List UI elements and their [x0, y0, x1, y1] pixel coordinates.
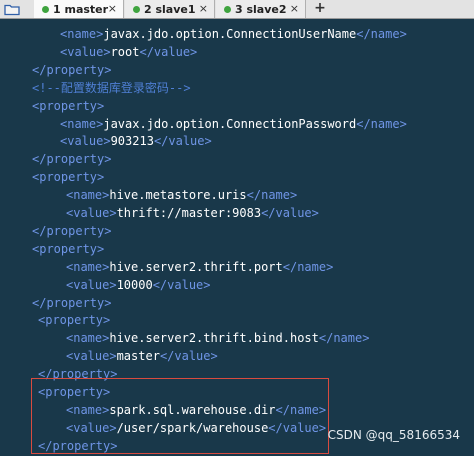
code-line: <value>master</value> [66, 348, 218, 366]
code-line: <name>javax.jdo.option.ConnectionUserNam… [60, 26, 407, 44]
code-value: hive.server2.thrift.bind.host [109, 331, 319, 346]
code-line: <property> [38, 312, 110, 330]
code-tag: </name> [275, 402, 327, 417]
code-tag: <name> [60, 116, 104, 131]
code-tag: </name> [318, 331, 370, 346]
code-tag: <name> [66, 331, 110, 346]
add-tab-button[interactable]: + [312, 0, 328, 18]
code-tag: </value> [261, 206, 319, 220]
code-line: <value>/user/spark/warehouse</value> [66, 420, 326, 438]
code-tag: </value> [153, 134, 212, 149]
code-value: hive.metastore.uris [109, 188, 247, 203]
code-tag: <value> [66, 206, 117, 220]
code-line: <value>thrift://master:9083</value> [66, 205, 319, 223]
code-tag: </value> [268, 420, 327, 435]
code-tag: </name> [356, 27, 407, 41]
folder-icon[interactable] [0, 0, 24, 18]
tab-label: 2 slave1 [144, 2, 196, 16]
code-tag: <property> [38, 385, 111, 399]
code-tag: </name> [356, 116, 407, 131]
code-line: <value>10000</value> [66, 277, 211, 295]
code-line: <property> [32, 241, 104, 259]
code-tag: </property> [32, 62, 112, 77]
code-line: <name>hive.server2.thrift.port</name> [66, 259, 333, 277]
code-line: <property> [38, 384, 110, 402]
connected-status-icon [133, 5, 140, 13]
code-line: </property> [32, 151, 111, 169]
code-value: hive.server2.thrift.port [109, 259, 283, 274]
code-value: 903213 [110, 134, 154, 149]
connected-status-icon [42, 5, 49, 13]
code-tag: </name> [246, 188, 298, 203]
code-value: thrift://master:9083 [116, 206, 262, 220]
code-tag: </value> [152, 277, 211, 292]
code-line: <name>hive.server2.thrift.bind.host</nam… [66, 330, 369, 348]
code-line: <value>root</value> [60, 44, 197, 62]
watermark: CSDN @qq_58166534 [327, 428, 460, 442]
code-value: 10000 [116, 277, 153, 292]
code-tag: </property> [32, 223, 112, 238]
code-tag: </property> [38, 438, 118, 453]
code-value: javax.jdo.option.ConnectionPassword [103, 116, 357, 131]
code-tag: <name> [60, 27, 104, 41]
code-line: <name>javax.jdo.option.ConnectionPasswor… [60, 116, 407, 134]
close-icon[interactable]: × [108, 2, 117, 15]
close-icon[interactable]: × [290, 2, 299, 15]
code-line: </property> [32, 223, 111, 241]
code-line: <property> [32, 98, 104, 116]
code-line: </property> [32, 62, 111, 80]
code-value: root [110, 44, 140, 59]
code-tag: </property> [32, 152, 112, 167]
code-tag: <property> [32, 98, 105, 113]
code-tag: <value> [60, 44, 111, 59]
code-tag: <value> [60, 134, 111, 149]
code-line: <property> [32, 169, 104, 187]
tab-label: 1 master [53, 2, 109, 16]
code-line: </property> [38, 438, 117, 456]
tab-slave1[interactable]: 2 slave1 × [125, 0, 215, 18]
code-tag: </property> [38, 367, 118, 382]
code-tag: <property> [32, 170, 105, 185]
code-tag: <name> [66, 402, 110, 417]
tab-bar: 1 master × 2 slave1 × 3 slave2 × + [0, 0, 474, 19]
code-line: </property> [32, 295, 111, 313]
code-tag: </property> [32, 295, 112, 310]
code-line: <name>spark.sql.warehouse.dir</name> [66, 402, 326, 420]
code-value: master [116, 349, 160, 364]
code-tag: </value> [159, 349, 218, 364]
code-line: <value>903213</value> [60, 133, 212, 151]
code-tag: <name> [66, 188, 110, 203]
code-tag: <name> [66, 259, 110, 274]
code-tag: <value> [66, 420, 117, 435]
connected-status-icon [224, 5, 231, 13]
tab-label: 3 slave2 [235, 2, 287, 16]
code-comment: <!--配置数据库登录密码--> [32, 80, 191, 95]
code-line: <name>hive.metastore.uris</name> [66, 187, 297, 205]
close-icon[interactable]: × [199, 2, 208, 15]
code-tag: <property> [32, 241, 105, 256]
code-value: spark.sql.warehouse.dir [109, 402, 276, 417]
code-value: /user/spark/warehouse [116, 420, 269, 435]
code-tag: </value> [139, 44, 198, 59]
code-tag: <property> [38, 313, 111, 328]
code-tag: </name> [282, 259, 334, 274]
tab-master[interactable]: 1 master × [34, 0, 124, 18]
code-tag: <value> [66, 349, 117, 364]
code-tag: <value> [66, 277, 117, 292]
code-line: </property> [38, 366, 117, 384]
code-line: <!--配置数据库登录密码--> [32, 80, 191, 98]
code-value: javax.jdo.option.ConnectionUserName [103, 27, 357, 41]
tab-slave2[interactable]: 3 slave2 × [216, 0, 306, 18]
